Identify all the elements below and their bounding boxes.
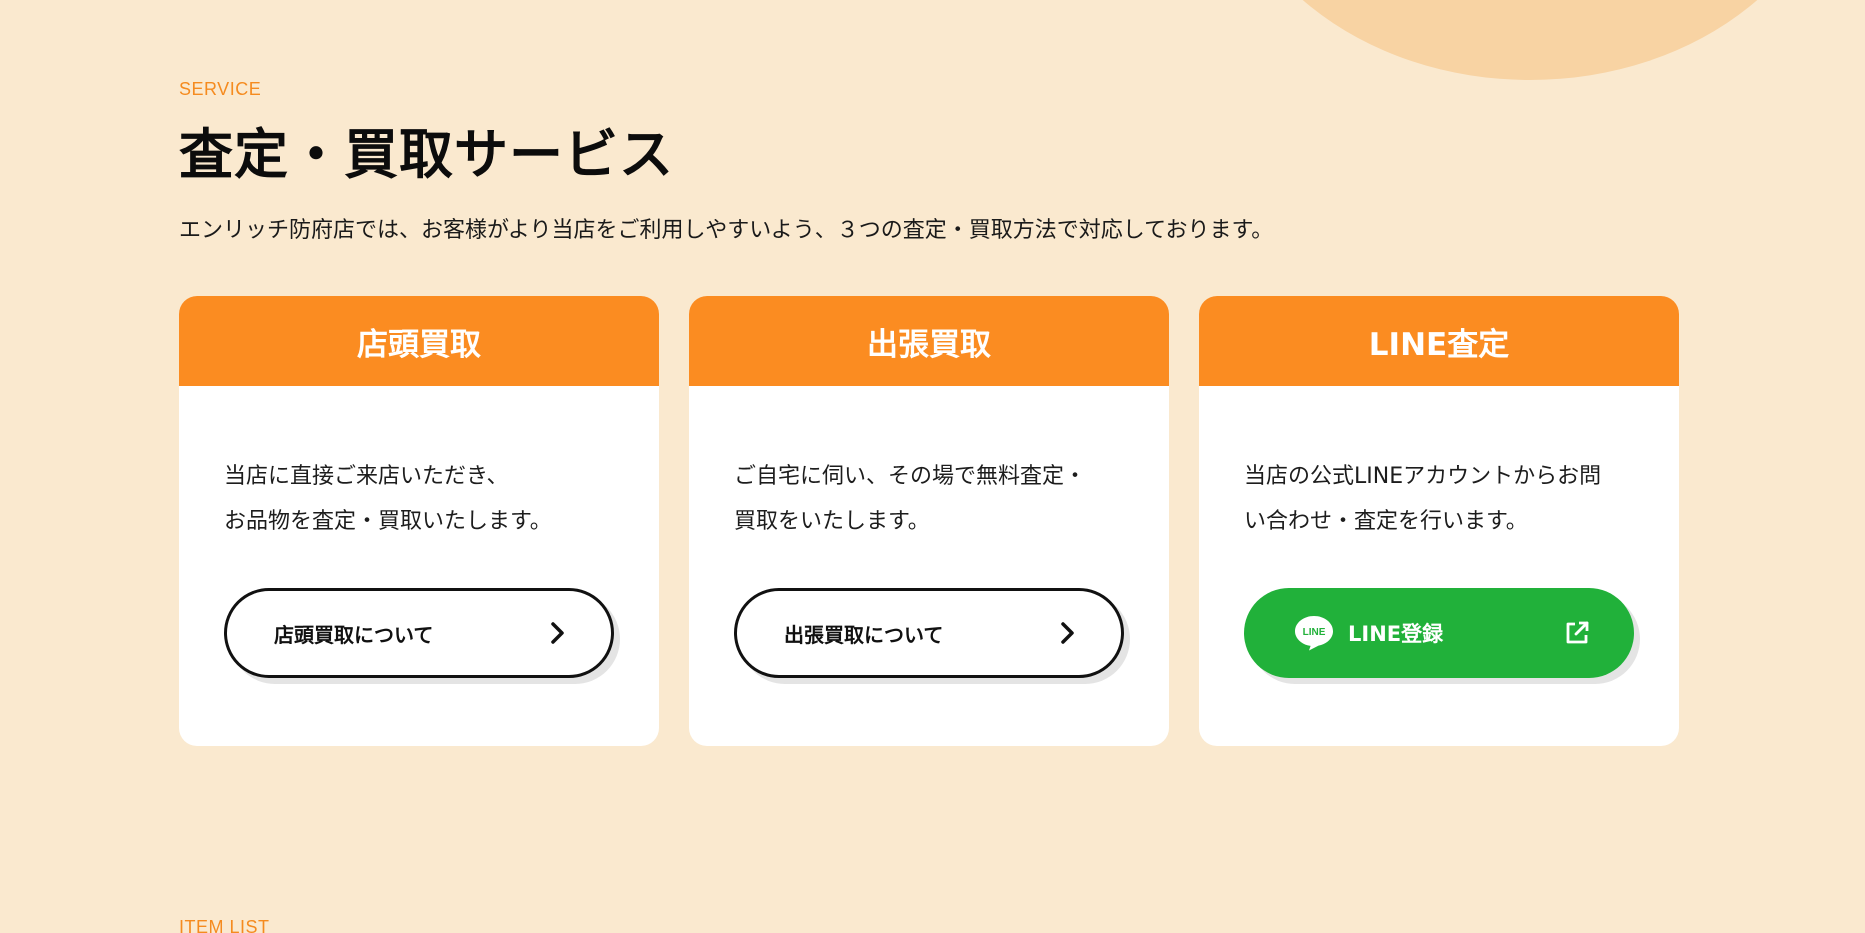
chevron-right-icon [550, 622, 566, 644]
card-title: 店頭買取 [179, 296, 659, 386]
card-description: 当店に直接ご来店いただき、 お品物を査定・買取いたします。 [224, 454, 624, 544]
section-eyebrow: SERVICE [179, 79, 262, 99]
card-description-line: ご自宅に伺い、その場で無料査定・ [734, 464, 1087, 489]
external-link-icon [1564, 620, 1590, 646]
line-logo-icon: LINE [1294, 614, 1334, 652]
button-label: 出張買取について [784, 622, 944, 647]
card-description-line: お品物を査定・買取いたします。 [224, 509, 552, 534]
card-store-purchase: 店頭買取 当店に直接ご来店いただき、 お品物を査定・買取いたします。 店頭買取に… [179, 296, 659, 746]
line-register-button[interactable]: LINE LINE登録 [1244, 588, 1634, 678]
card-description-line: い合わせ・査定を行います。 [1244, 509, 1528, 534]
card-description-line: 買取をいたします。 [734, 509, 930, 534]
card-description: ご自宅に伺い、その場で無料査定・ 買取をいたします。 [734, 454, 1134, 544]
service-cards: 店頭買取 当店に直接ご来店いただき、 お品物を査定・買取いたします。 店頭買取に… [179, 296, 1679, 746]
card-home-visit-purchase: 出張買取 ご自宅に伺い、その場で無料査定・ 買取をいたします。 出張買取について [689, 296, 1169, 746]
card-description: 当店の公式LINEアカウントからお問 い合わせ・査定を行います。 [1244, 454, 1644, 544]
section-title: 査定・買取サービス [179, 123, 674, 186]
section-lead: エンリッチ防府店では、お客様がより当店をご利用しやすいよう、３つの査定・買取方法… [179, 218, 1274, 243]
next-section-eyebrow: ITEM LIST [179, 917, 270, 933]
page: SERVICE 査定・買取サービス エンリッチ防府店では、お客様がより当店をご利… [0, 0, 1865, 933]
card-description-line: 当店の公式LINEアカウントからお問 [1244, 464, 1602, 489]
decorative-circle [1220, 0, 1840, 80]
card-title: 出張買取 [689, 296, 1169, 386]
card-description-line: 当店に直接ご来店いただき、 [224, 464, 509, 489]
card-line-appraisal: LINE査定 当店の公式LINEアカウントからお問 い合わせ・査定を行います。 … [1199, 296, 1679, 746]
home-visit-purchase-button[interactable]: 出張買取について [734, 588, 1124, 678]
button-label: LINE登録 [1348, 622, 1444, 646]
line-logo-text: LINE [1303, 627, 1326, 638]
card-title: LINE査定 [1199, 296, 1679, 386]
chevron-right-icon [1060, 622, 1076, 644]
button-label: 店頭買取について [274, 622, 434, 647]
button-content: LINE LINE登録 [1294, 614, 1443, 652]
store-purchase-button[interactable]: 店頭買取について [224, 588, 614, 678]
